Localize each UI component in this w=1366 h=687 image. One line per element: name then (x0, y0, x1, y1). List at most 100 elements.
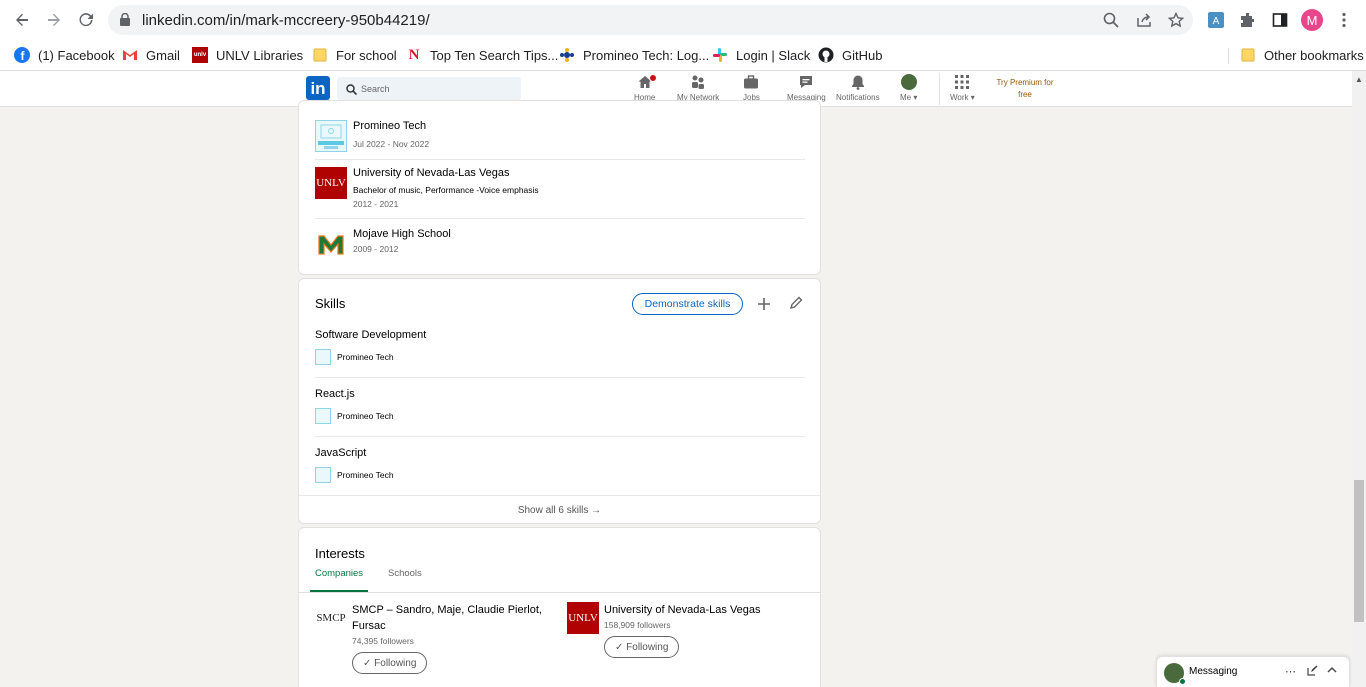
skill-name[interactable]: JavaScript (315, 447, 366, 459)
promineo-icon (559, 47, 575, 63)
compose-icon[interactable] (1307, 665, 1318, 679)
bookmarks-bar: f (1) Facebook Gmail unlv UNLV Libraries… (0, 40, 1366, 71)
bookmark-top-ten[interactable]: N Top Ten Search Tips... (406, 44, 559, 66)
company-name[interactable]: University of Nevada-Las Vegas (604, 602, 804, 618)
search-input[interactable] (361, 80, 511, 97)
skill-source: Promineo Tech (315, 467, 394, 483)
promineo-logo (315, 467, 331, 483)
education-card: Promineo Tech Jul 2022 - Nov 2022 UNLV U… (298, 100, 821, 275)
nav-notifications[interactable]: Notifications (836, 74, 880, 104)
address-bar[interactable]: linkedin.com/in/mark-mccreery-950b44219/ (108, 5, 1193, 35)
promineo-logo (315, 408, 331, 424)
zoom-icon[interactable] (1103, 12, 1119, 28)
folder-icon (312, 47, 328, 63)
more-options-icon[interactable]: ⋯ (1285, 665, 1296, 678)
edit-pencil-icon[interactable] (786, 293, 806, 313)
extension-translate-icon[interactable]: A (1206, 10, 1226, 30)
home-icon (637, 74, 657, 90)
browser-toolbar: linkedin.com/in/mark-mccreery-950b44219/… (0, 0, 1366, 40)
nav-label: Work (950, 93, 969, 102)
online-status-dot (1179, 678, 1186, 685)
scrollbar-thumb[interactable] (1354, 480, 1364, 622)
education-item[interactable]: Promineo Tech Jul 2022 - Nov 2022 (315, 120, 805, 156)
bookmark-other[interactable]: Other bookmarks (1240, 44, 1364, 66)
forward-icon[interactable] (44, 10, 64, 30)
bookmark-facebook[interactable]: f (1) Facebook (14, 44, 115, 66)
divider (315, 218, 805, 219)
profile-avatar[interactable]: M (1301, 9, 1323, 31)
linkedin-logo[interactable]: in (306, 76, 330, 100)
bookmark-github[interactable]: GitHub (818, 44, 882, 66)
nav-label: Me (900, 93, 912, 102)
education-item[interactable]: UNLV University of Nevada-Las Vegas Bach… (315, 167, 805, 213)
following-button[interactable]: ✓ Following (604, 636, 680, 658)
following-button[interactable]: ✓ Following (352, 652, 428, 674)
skill-name[interactable]: React.js (315, 388, 355, 400)
divider (299, 592, 820, 593)
skill-source: Promineo Tech (315, 408, 394, 424)
bookmark-unlv[interactable]: unlv UNLV Libraries (192, 44, 303, 66)
share-icon[interactable] (1136, 12, 1152, 28)
chevron-up-icon[interactable] (1327, 665, 1337, 678)
back-icon[interactable] (12, 10, 32, 30)
bookmark-label: For school (336, 47, 397, 63)
more-menu-icon[interactable] (1334, 10, 1354, 30)
messaging-overlay[interactable]: Messaging ⋯ (1156, 656, 1350, 687)
tab-companies[interactable]: Companies (315, 568, 363, 579)
mojave-logo (315, 228, 347, 260)
add-skill-icon[interactable] (754, 294, 774, 314)
page-scrollbar[interactable]: ▲ (1352, 71, 1366, 687)
bookmark-label: (1) Facebook (38, 47, 115, 63)
skill-name[interactable]: Software Development (315, 329, 426, 341)
tab-schools[interactable]: Schools (388, 568, 422, 579)
caret-down-icon: ▾ (970, 93, 975, 102)
show-all-skills-link[interactable]: Show all 6 skills → (299, 495, 820, 525)
skill-source: Promineo Tech (315, 349, 394, 365)
reload-icon[interactable] (76, 10, 96, 30)
section-title: Skills (315, 296, 346, 311)
unlv-logo: UNLV (567, 602, 599, 634)
facebook-icon: f (14, 47, 30, 63)
bookmark-label: Promineo Tech: Log... (583, 47, 710, 63)
bookmark-label: Top Ten Search Tips... (430, 47, 559, 63)
skill-source-label: Promineo Tech (337, 470, 394, 480)
bookmark-star-icon[interactable] (1167, 11, 1185, 28)
promineo-logo (315, 120, 347, 152)
bookmark-slack[interactable]: Login | Slack (712, 44, 810, 66)
bookmark-for-school[interactable]: For school (312, 44, 397, 66)
bookmark-promineo[interactable]: Promineo Tech: Log... (559, 44, 709, 66)
bookmark-label: Login | Slack (736, 47, 811, 63)
nav-label: Notifications (836, 93, 880, 102)
company-name[interactable]: SMCP – Sandro, Maje, Claudie Pierlot, Fu… (352, 602, 552, 634)
follower-count: 74,395 followers (352, 636, 414, 646)
divider (315, 377, 805, 378)
promineo-logo (315, 349, 331, 365)
slack-icon (712, 47, 728, 63)
divider (315, 436, 805, 437)
lock-icon (120, 12, 130, 31)
briefcase-icon (743, 74, 759, 90)
school-dates: 2009 - 2012 (353, 244, 399, 254)
search-box (337, 77, 521, 100)
nav-me[interactable]: Me ▾ (900, 74, 917, 104)
avatar (900, 74, 917, 90)
nav-label-with-caret: Work ▾ (950, 93, 975, 102)
side-panel-icon[interactable] (1270, 10, 1290, 30)
demonstrate-skills-button[interactable]: Demonstrate skills (632, 293, 743, 315)
scroll-up-arrow-icon[interactable]: ▲ (1355, 75, 1363, 84)
school-name: University of Nevada-Las Vegas (353, 167, 510, 179)
skill-source-label: Promineo Tech (337, 352, 394, 362)
bookmark-gmail[interactable]: Gmail (122, 44, 180, 66)
nav-work[interactable]: Work ▾ (950, 74, 975, 104)
unlv-logo: UNLV (315, 167, 347, 199)
bookmark-label: GitHub (842, 47, 883, 63)
bookmark-label: UNLV Libraries (216, 47, 304, 63)
message-icon (798, 74, 814, 90)
notification-dot (648, 74, 657, 82)
skills-card: Skills Demonstrate skills Software Devel… (298, 278, 821, 524)
education-item[interactable]: Mojave High School 2009 - 2012 (315, 228, 805, 260)
try-premium-link[interactable]: Try Premium for free (993, 77, 1057, 101)
extensions-puzzle-icon[interactable] (1238, 10, 1258, 30)
school-dates: 2012 - 2021 (353, 199, 399, 209)
unlv-icon: unlv (192, 47, 208, 63)
